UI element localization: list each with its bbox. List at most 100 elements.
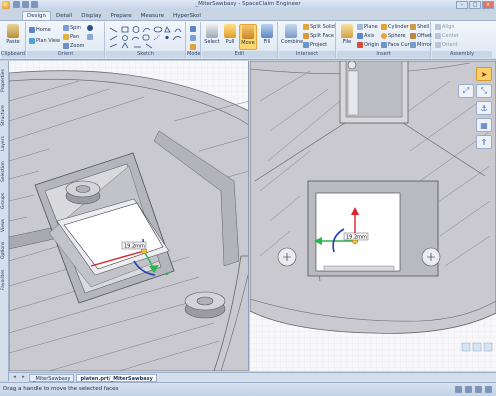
edit-group-label: Edit	[202, 51, 277, 58]
project-button[interactable]: Project	[303, 42, 327, 48]
window-title: _MiterSawbasy - SpaceClaim Engineer	[195, 1, 301, 7]
cylinder-button[interactable]: Cylinder	[381, 24, 409, 30]
home-button[interactable]: Home	[29, 27, 51, 33]
offset-button[interactable]: Offset	[410, 33, 432, 39]
selection-filter-icon[interactable]	[455, 386, 462, 393]
minimize-button[interactable]: –	[456, 1, 468, 9]
tab-detail[interactable]: Detail	[52, 12, 76, 20]
orient-assembly-button[interactable]: Orient	[435, 42, 458, 48]
combine-button[interactable]: Combine	[281, 24, 303, 50]
arrow-cursor-icon: ➤	[480, 69, 488, 79]
tab-layers[interactable]: Layers	[1, 133, 8, 155]
orient-group: Home Plan View Spin Pan Zoom Orient	[27, 22, 105, 58]
rectangle-tool-icon	[121, 26, 129, 33]
split-face-button[interactable]: Split Face	[303, 33, 334, 39]
sketch-mode-button[interactable]	[190, 26, 196, 32]
paste-button[interactable]: Paste	[4, 24, 22, 50]
viewport-3d-canvas[interactable]: 19.2mm	[9, 61, 249, 371]
sketch-tools	[109, 26, 182, 49]
align-icon	[435, 24, 441, 30]
file-insert-button[interactable]: File	[338, 24, 356, 50]
document-tab-mitersawbasy[interactable]: _MiterSawbasy	[29, 373, 75, 382]
trim-tool-icon	[109, 43, 118, 48]
section-mode-icon	[190, 35, 196, 41]
viewport-plan[interactable]: 19.2mm ➤ ⤢ ⤡ ⚓ ▦ ⇑	[250, 61, 496, 371]
tab-display[interactable]: Display	[77, 12, 105, 20]
screw-boss-bottom	[184, 291, 226, 319]
anchor-tool-button[interactable]: ⚓	[476, 101, 492, 115]
center-icon	[435, 33, 441, 39]
folder-icon	[341, 24, 353, 38]
axis-button[interactable]: Axis	[357, 33, 374, 39]
tab-hyperskol[interactable]: HyperSkol	[169, 12, 205, 20]
select-button[interactable]: Select	[203, 24, 221, 50]
origin-button[interactable]: Origin	[357, 42, 379, 48]
ribbon-tabs: Design Detail Display Prepare Measure Hy…	[0, 10, 496, 20]
move-direction-tool-button[interactable]: ⤡	[476, 84, 492, 98]
pull-icon	[224, 24, 236, 38]
plane-icon	[357, 24, 363, 30]
fill-button[interactable]: Fill	[258, 24, 276, 50]
viewport-3d[interactable]: 19.2mm	[9, 61, 249, 371]
orient-group-label: Orient	[27, 51, 104, 58]
tab-selection[interactable]: Selection	[1, 157, 8, 187]
pan-button[interactable]: Pan	[63, 34, 79, 40]
close-button[interactable]: ×	[482, 1, 494, 9]
project-icon	[303, 42, 309, 48]
move-axis-tool-button[interactable]: ⤢	[458, 84, 474, 98]
center-button[interactable]: Center	[435, 33, 459, 39]
bend-tool-icon	[172, 36, 182, 41]
orient-assembly-icon	[435, 42, 441, 48]
mode-group: Mode	[187, 22, 201, 58]
selected-face-plan	[315, 192, 401, 272]
screw-boss-top	[65, 180, 101, 205]
maximize-button[interactable]: □	[469, 1, 481, 9]
document-tab-platen[interactable]: platen.prt/_MiterSawbasy	[76, 373, 157, 382]
ruler-tool-button[interactable]: ▦	[476, 118, 492, 132]
zoom-button[interactable]: Zoom	[63, 43, 84, 49]
section-mode-button[interactable]	[190, 35, 196, 41]
split-solid-icon	[303, 24, 309, 30]
tab-prev-icon[interactable]: ◂	[11, 374, 18, 381]
tab-measure[interactable]: Measure	[137, 12, 168, 20]
tab-structure[interactable]: Structure	[1, 101, 8, 131]
shell-button[interactable]: Shell	[410, 24, 429, 30]
tab-favorites[interactable]: Favorites	[1, 265, 8, 295]
status-message: Drag a handle to move the selected faces	[3, 386, 119, 392]
split-face-icon	[303, 33, 309, 39]
ribbon: Paste Clipboard Home Plan View Spin Pan …	[0, 20, 496, 60]
mirror-button[interactable]: Mirror	[410, 42, 432, 48]
move-button[interactable]: Move	[239, 24, 257, 50]
tab-next-icon[interactable]: ▸	[20, 374, 27, 381]
align-button[interactable]: Align	[435, 24, 455, 30]
tab-design[interactable]: Design	[22, 11, 51, 20]
tab-groups[interactable]: Groups	[1, 189, 8, 213]
view-cube-button[interactable]	[87, 34, 93, 40]
plane-button[interactable]: Plane	[357, 24, 378, 30]
sketch-group-label: Sketch	[106, 51, 185, 58]
tab-properties[interactable]: Properties	[1, 63, 8, 99]
select-tool-button[interactable]: ➤	[476, 67, 492, 81]
view-options-icon[interactable]	[485, 386, 492, 393]
spin-button[interactable]: Spin	[63, 25, 81, 31]
window-controls: – □ ×	[456, 1, 494, 9]
up-to-tool-button[interactable]: ⇑	[476, 135, 492, 149]
plan-view-button[interactable]: Plan View	[29, 38, 60, 44]
status-bar: Drag a handle to move the selected faces	[0, 382, 496, 396]
tab-options[interactable]: Options	[1, 237, 8, 263]
construction-line-icon	[153, 34, 161, 41]
assembly-group: Align Center Orient Assembly	[432, 22, 492, 58]
sketch-mode-icon	[190, 26, 196, 32]
tab-prepare[interactable]: Prepare	[106, 12, 135, 20]
lock-icon[interactable]	[475, 386, 482, 393]
view-style-button[interactable]	[87, 25, 93, 31]
split-solid-button[interactable]: Split Solid	[303, 24, 335, 30]
mode-group-label: Mode	[187, 51, 201, 58]
3d-mode-button[interactable]	[190, 44, 196, 50]
display-mode-icon[interactable]	[465, 386, 472, 393]
tab-views[interactable]: Views	[1, 215, 8, 235]
pull-button[interactable]: Pull	[221, 24, 239, 50]
sphere-button[interactable]: Sphere	[381, 33, 406, 39]
dimension-callout-plan: 19.2mm	[343, 232, 369, 241]
assembly-group-label: Assembly	[432, 51, 492, 58]
